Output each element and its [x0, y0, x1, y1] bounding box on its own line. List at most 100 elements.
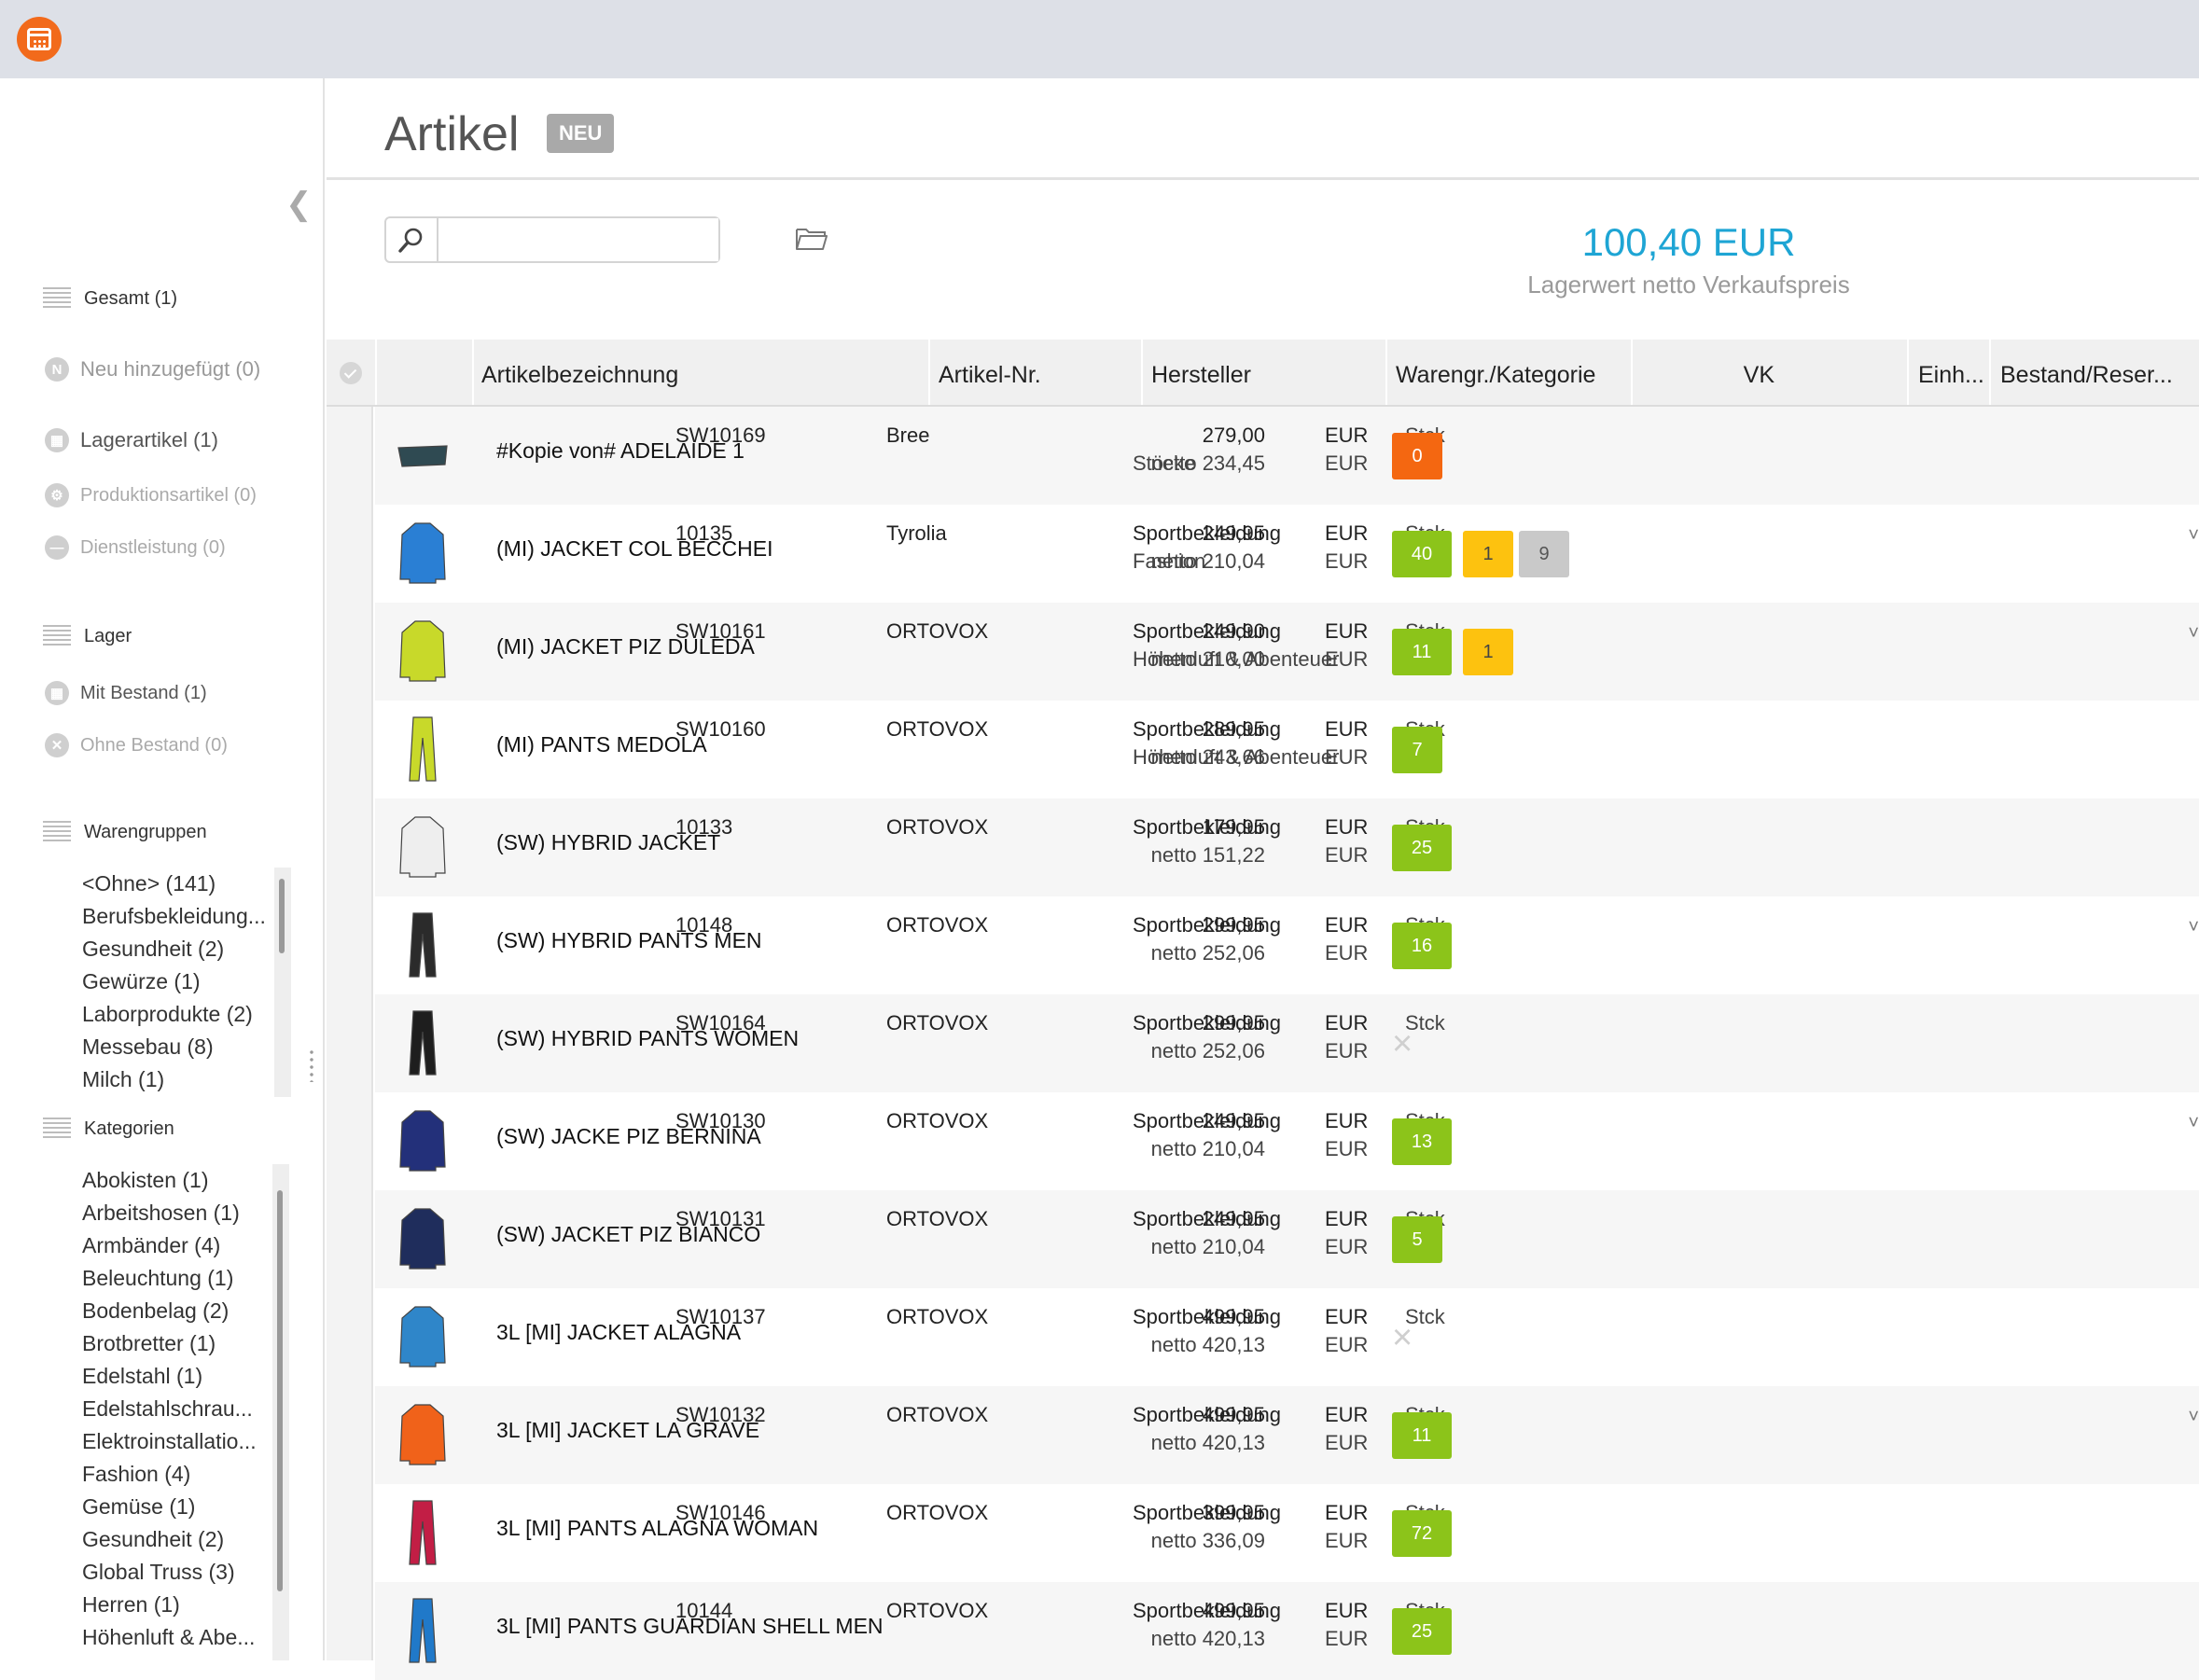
table-row[interactable]: #Kopie von# ADELAIDE 1 SW10169 Bree Stöcke 2…: [375, 407, 2199, 505]
list-item[interactable]: Laborprodukte (2): [82, 998, 269, 1031]
product-thumbnail[interactable]: [386, 1395, 459, 1474]
column-header-name[interactable]: Artikelbezeichnung: [481, 340, 780, 405]
table-row[interactable]: 3L [MI] JACKET ALAGNA SW10137 ORTOVOX Sport…: [375, 1288, 2199, 1386]
list-item[interactable]: Armbänder (4): [82, 1229, 269, 1262]
sidebar-section-lager[interactable]: Lager: [43, 625, 132, 647]
list-item[interactable]: Abokisten (1): [82, 1164, 269, 1197]
product-thumbnail[interactable]: [386, 1493, 459, 1572]
folder-icon[interactable]: [795, 226, 828, 257]
currency: EUR: [1325, 1011, 1369, 1034]
stock-badge[interactable]: 40: [1392, 531, 1452, 577]
list-item[interactable]: Gemüse (1): [82, 1491, 269, 1523]
select-all-checkbox[interactable]: [340, 362, 362, 384]
list-item[interactable]: Gewürze (1): [82, 965, 269, 998]
table-row[interactable]: (SW) HYBRID JACKET 10133 ORTOVOX Sportbekle…: [375, 798, 2199, 896]
chevron-down-icon[interactable]: ˅: [2188, 525, 2199, 547]
list-item[interactable]: Höhenluft & Abe...: [82, 1621, 269, 1654]
list-item[interactable]: Edelstahl (1): [82, 1360, 269, 1393]
stock-badge[interactable]: 25: [1392, 825, 1452, 871]
search-input[interactable]: [438, 218, 718, 261]
sidebar-section-warengruppen[interactable]: Warengruppen: [43, 821, 207, 843]
sidebar-item-dienstleistung[interactable]: — Dienstleistung (0): [45, 535, 226, 560]
chevron-down-icon[interactable]: ˅: [2188, 623, 2199, 645]
list-item[interactable]: Elektroinstallatio...: [82, 1425, 269, 1458]
product-thumbnail[interactable]: [386, 612, 459, 690]
article-number: 10135: [675, 521, 733, 545]
list-item[interactable]: Milch (1): [82, 1063, 269, 1096]
table-row[interactable]: 3L [MI] JACKET LA GRAVE SW10132 ORTOVOX Spo…: [375, 1386, 2199, 1484]
sidebar-item-mit-bestand[interactable]: ▦ Mit Bestand (1): [45, 681, 207, 705]
list-item[interactable]: Messebau (8): [82, 1031, 269, 1063]
column-header-category[interactable]: Warengr./Kategorie: [1396, 340, 1620, 405]
product-thumbnail[interactable]: [386, 1591, 459, 1670]
list-item[interactable]: <Ohne> (141): [82, 868, 269, 900]
list-item[interactable]: Arbeitshosen (1): [82, 1197, 269, 1229]
calendar-app-icon[interactable]: [17, 17, 62, 62]
stock-badge[interactable]: 13: [1392, 1118, 1452, 1165]
list-item[interactable]: Fashion (4): [82, 1458, 269, 1491]
table-row[interactable]: 3L [MI] PANTS ALAGNA WOMAN SW10146 ORTOVOX…: [375, 1484, 2199, 1582]
manufacturer: ORTOVOX: [886, 717, 989, 741]
sidebar-item-gesamt[interactable]: Gesamt (1): [43, 287, 177, 310]
product-thumbnail[interactable]: [386, 808, 459, 886]
column-header-vk[interactable]: VK: [1642, 340, 1775, 405]
sidebar-item-produktion[interactable]: ⚙ Produktionsartikel (0): [45, 483, 257, 507]
stock-badge[interactable]: 1: [1463, 531, 1513, 577]
stock-badge[interactable]: 5: [1392, 1216, 1442, 1263]
resize-handle[interactable]: [310, 1048, 313, 1082]
chevron-down-icon[interactable]: ˅: [2188, 917, 2199, 938]
product-thumbnail[interactable]: [386, 1004, 459, 1082]
product-thumbnail[interactable]: [386, 514, 459, 592]
product-thumbnail[interactable]: [386, 1200, 459, 1278]
new-badge[interactable]: NEU: [547, 114, 615, 153]
stock-badge[interactable]: 11: [1392, 1412, 1452, 1459]
warengruppen-scrollbar[interactable]: [274, 868, 291, 1097]
list-item[interactable]: Edelstahlschrau...: [82, 1393, 269, 1425]
product-thumbnail[interactable]: [386, 710, 459, 788]
table-row[interactable]: (MI) JACKET PIZ DULEDA SW10161 ORTOVOX Spor…: [375, 603, 2199, 701]
stock-badge[interactable]: 7: [1392, 727, 1442, 773]
list-item[interactable]: Beleuchtung (1): [82, 1262, 269, 1295]
list-item[interactable]: Bodenbelag (2): [82, 1295, 269, 1327]
product-thumbnail[interactable]: [386, 416, 459, 494]
sidebar-item-neu[interactable]: N Neu hinzugefügt (0): [45, 357, 260, 382]
stock-badge[interactable]: 0: [1392, 433, 1442, 479]
column-header-stock[interactable]: Bestand/Reser...: [2000, 340, 2178, 405]
kategorien-scrollbar[interactable]: [272, 1164, 289, 1660]
list-item[interactable]: Herren (1): [82, 1589, 269, 1621]
search-icon[interactable]: [386, 218, 438, 261]
table-row[interactable]: (SW) HYBRID PANTS WOMEN SW10164 ORTOVOX Spo…: [375, 994, 2199, 1092]
table-row[interactable]: (MI) JACKET COL BECCHEI 10135 Tyrolia Sport…: [375, 505, 2199, 603]
sidebar-section-kategorien[interactable]: Kategorien: [43, 1118, 174, 1140]
list-item[interactable]: Berufsbekleidung...: [82, 900, 269, 933]
chevron-left-icon[interactable]: ❮: [285, 188, 313, 220]
chevron-down-icon[interactable]: ˅: [2188, 1113, 2199, 1134]
sidebar-item-lagerartikel[interactable]: ▦ Lagerartikel (1): [45, 428, 218, 452]
stock-badge[interactable]: 25: [1392, 1608, 1452, 1655]
stock-badge[interactable]: 72: [1392, 1510, 1452, 1557]
table-row[interactable]: 3L [MI] PANTS GUARDIAN SHELL MEN 10144 ORT…: [375, 1582, 2199, 1680]
stock-badge[interactable]: 1: [1463, 629, 1513, 675]
currency: EUR: [1325, 1529, 1369, 1552]
chevron-down-icon[interactable]: ˅: [2188, 1407, 2199, 1428]
table-row[interactable]: (SW) HYBRID PANTS MEN 10148 ORTOVOX Sportbe…: [375, 896, 2199, 994]
table-row[interactable]: (SW) JACKE PIZ BERNINA SW10130 ORTOVOX Spor…: [375, 1092, 2199, 1190]
table-row[interactable]: (SW) JACKET PIZ BIANCO SW10131 ORTOVOX Spor…: [375, 1190, 2199, 1288]
stock-badge[interactable]: 11: [1392, 629, 1452, 675]
price-gross: 249,95: [1202, 1207, 1265, 1230]
list-item[interactable]: Gesundheit (2): [82, 1523, 269, 1556]
column-header-manufacturer[interactable]: Hersteller: [1151, 340, 1338, 405]
product-thumbnail[interactable]: [386, 1298, 459, 1376]
sidebar-item-ohne-bestand[interactable]: ✕ Ohne Bestand (0): [45, 733, 228, 757]
product-thumbnail[interactable]: [386, 906, 459, 984]
stock-badge[interactable]: 16: [1392, 923, 1452, 969]
list-item[interactable]: Brotbretter (1): [82, 1327, 269, 1360]
product-thumbnail[interactable]: [386, 1102, 459, 1180]
table-row[interactable]: (MI) PANTS MEDOLA SW10160 ORTOVOX Sportbekl…: [375, 701, 2199, 798]
list-item[interactable]: Gesundheit (2): [82, 933, 269, 965]
column-header-nr[interactable]: Artikel-Nr.: [939, 340, 1088, 405]
list-item[interactable]: Global Truss (3): [82, 1556, 269, 1589]
column-header-unit[interactable]: Einh...: [1918, 340, 1987, 405]
manufacturer: ORTOVOX: [886, 619, 989, 643]
stock-badge[interactable]: 9: [1519, 531, 1569, 577]
